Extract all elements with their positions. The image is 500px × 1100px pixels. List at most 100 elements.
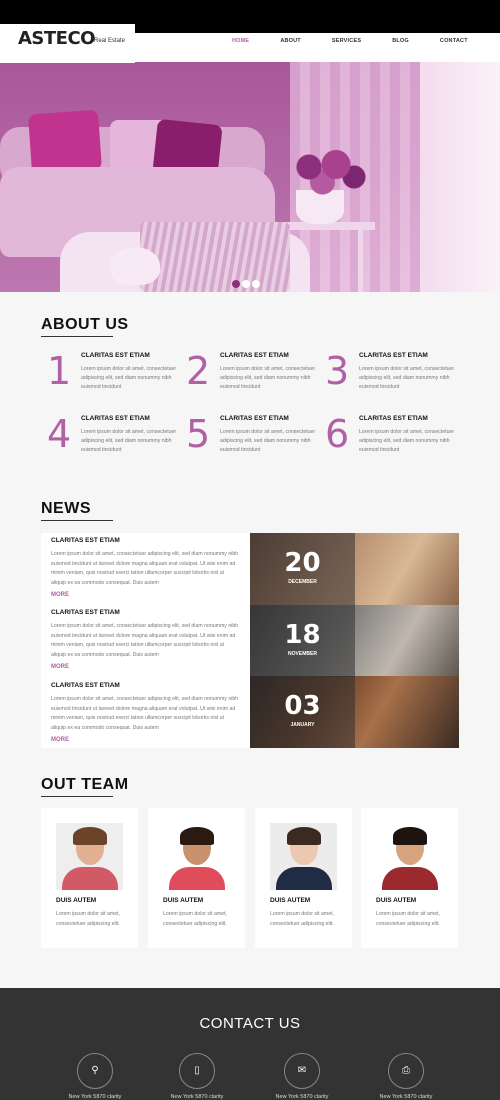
- contact-item: ⎙ New York 5870 clarity: [366, 1053, 446, 1100]
- team-name: DUIS AUTEM: [376, 897, 417, 904]
- logo-link[interactable]: ASTECO Real Estate: [0, 24, 135, 63]
- printer-icon[interactable]: ⎙: [388, 1053, 424, 1089]
- contact-text: New York 5870 clarity: [68, 1094, 122, 1100]
- about-item: 2 CLARITAS EST ETIAM Lorem ipsum dolor s…: [186, 352, 316, 404]
- team-card: DUIS AUTEM Lorem ipsum dolor sit amet, c…: [255, 808, 352, 948]
- about-heading: CLARITAS EST ETIAM: [81, 352, 150, 359]
- about-item: 1 CLARITAS EST ETIAM Lorem ipsum dolor s…: [47, 352, 177, 404]
- team-text: Lorem ipsum dolor sit amet, consectetuer…: [56, 911, 121, 927]
- news-more-link[interactable]: MORE: [51, 664, 239, 670]
- about-text: Lorem ipsum dolor sit amet, consectetuer…: [220, 429, 316, 453]
- news-heading: CLARITAS EST ETIAM: [51, 682, 120, 689]
- news-list: CLARITAS EST ETIAM Lorem ipsum dolor sit…: [41, 533, 250, 748]
- about-text: Lorem ipsum dolor sit amet, consectetuer…: [359, 429, 455, 453]
- news-entry: CLARITAS EST ETIAM Lorem ipsum dolor sit…: [51, 609, 239, 670]
- team-text: Lorem ipsum dolor sit amet, consectetuer…: [270, 911, 335, 927]
- about-text: Lorem ipsum dolor sit amet, consectetuer…: [81, 429, 177, 453]
- news-heading: CLARITAS EST ETIAM: [51, 537, 120, 544]
- date-day: 18: [284, 620, 321, 650]
- team-name: DUIS AUTEM: [270, 897, 311, 904]
- team-photo: [163, 823, 230, 890]
- about-number: 2: [186, 349, 211, 393]
- team-name: DUIS AUTEM: [56, 897, 97, 904]
- about-item: 3 CLARITAS EST ETIAM Lorem ipsum dolor s…: [325, 352, 455, 404]
- contact-item: ▯ New York 5870 clarity: [157, 1053, 237, 1100]
- team-name: DUIS AUTEM: [163, 897, 204, 904]
- logo: ASTECO: [18, 28, 95, 49]
- contact-item: ✉ New York 5870 clarity: [262, 1053, 342, 1100]
- hero-image-throw-blanket: [140, 222, 290, 292]
- team-text: Lorem ipsum dolor sit amet, consectetuer…: [163, 911, 228, 927]
- news-date: 18 NOVEMBER: [250, 605, 355, 677]
- about-heading: CLARITAS EST ETIAM: [220, 352, 289, 359]
- about-heading: CLARITAS EST ETIAM: [81, 415, 150, 422]
- team-photo: [376, 823, 443, 890]
- news-title: NEWS: [41, 500, 113, 521]
- map-pin-icon[interactable]: ⚲: [77, 1053, 113, 1089]
- slider-dot-3[interactable]: [252, 280, 260, 288]
- team-photo: [56, 823, 123, 890]
- news-text: Lorem ipsum dolor sit amet, consectetuer…: [51, 551, 239, 586]
- hero-image-table-leg: [358, 230, 363, 292]
- hero-image-pillow: [27, 109, 103, 175]
- footer-contact: CONTACT US ⚲ New York 5870 clarity ▯ New…: [0, 988, 500, 1100]
- nav-blog[interactable]: BLOG: [392, 38, 409, 44]
- photo-hair: [73, 827, 107, 845]
- phone-icon[interactable]: ▯: [179, 1053, 215, 1089]
- photo-shirt: [62, 867, 118, 890]
- team-card: DUIS AUTEM Lorem ipsum dolor sit amet, c…: [41, 808, 138, 948]
- news-text: Lorem ipsum dolor sit amet, consectetuer…: [51, 696, 239, 731]
- contact-title: CONTACT US: [199, 1015, 301, 1032]
- news-heading: CLARITAS EST ETIAM: [51, 609, 120, 616]
- about-number: 1: [47, 349, 72, 393]
- about-number: 3: [325, 349, 350, 393]
- nav-home[interactable]: HOME: [232, 38, 249, 44]
- logo-subtitle: Real Estate: [94, 38, 126, 44]
- photo-hair: [287, 827, 321, 845]
- hero-slider: [0, 62, 500, 292]
- news-more-link[interactable]: MORE: [51, 592, 239, 598]
- news-entry: CLARITAS EST ETIAM Lorem ipsum dolor sit…: [51, 537, 239, 598]
- contact-text: New York 5870 clarity: [379, 1094, 433, 1100]
- mail-icon[interactable]: ✉: [284, 1053, 320, 1089]
- date-month: DECEMBER: [288, 579, 317, 585]
- contact-text: New York 5870 clarity: [170, 1094, 224, 1100]
- contact-item: ⚲ New York 5870 clarity: [55, 1053, 135, 1100]
- slider-dot-2[interactable]: [242, 280, 250, 288]
- photo-shirt: [169, 867, 225, 890]
- hero-image-flowers: [282, 147, 372, 197]
- about-number: 6: [325, 412, 350, 456]
- about-title: ABOUT US: [41, 316, 129, 337]
- nav-services[interactable]: SERVICES: [332, 38, 361, 44]
- photo-shirt: [382, 867, 438, 890]
- photo-shirt: [276, 867, 332, 890]
- news-more-link[interactable]: MORE: [51, 737, 239, 743]
- about-text: Lorem ipsum dolor sit amet, consectetuer…: [359, 366, 455, 390]
- photo-hair: [180, 827, 214, 845]
- about-item: 6 CLARITAS EST ETIAM Lorem ipsum dolor s…: [325, 415, 455, 467]
- nav-about[interactable]: ABOUT: [280, 38, 301, 44]
- nav-contact[interactable]: CONTACT: [440, 38, 468, 44]
- team-photo: [270, 823, 337, 890]
- about-text: Lorem ipsum dolor sit amet, consectetuer…: [220, 366, 316, 390]
- hero-image-teapot: [110, 247, 160, 285]
- team-card: DUIS AUTEM Lorem ipsum dolor sit amet, c…: [148, 808, 245, 948]
- date-month: NOVEMBER: [288, 651, 317, 657]
- photo-hair: [393, 827, 427, 845]
- contact-text: New York 5870 clarity: [275, 1094, 329, 1100]
- about-text: Lorem ipsum dolor sit amet, consectetuer…: [81, 366, 177, 390]
- date-day: 03: [284, 691, 321, 721]
- about-item: 5 CLARITAS EST ETIAM Lorem ipsum dolor s…: [186, 415, 316, 467]
- about-number: 4: [47, 412, 72, 456]
- hero-image-window: [420, 62, 500, 292]
- slider-dot-1[interactable]: [232, 280, 240, 288]
- about-number: 5: [186, 412, 211, 456]
- about-heading: CLARITAS EST ETIAM: [220, 415, 289, 422]
- main-nav: HOME ABOUT SERVICES BLOG CONTACT: [232, 38, 499, 44]
- news-images: 20 DECEMBER 18 NOVEMBER 03 JANUARY: [250, 533, 459, 748]
- news-text: Lorem ipsum dolor sit amet, consectetuer…: [51, 623, 239, 658]
- team-card: DUIS AUTEM Lorem ipsum dolor sit amet, c…: [361, 808, 458, 948]
- about-heading: CLARITAS EST ETIAM: [359, 415, 428, 422]
- news-entry: CLARITAS EST ETIAM Lorem ipsum dolor sit…: [51, 682, 239, 743]
- about-heading: CLARITAS EST ETIAM: [359, 352, 428, 359]
